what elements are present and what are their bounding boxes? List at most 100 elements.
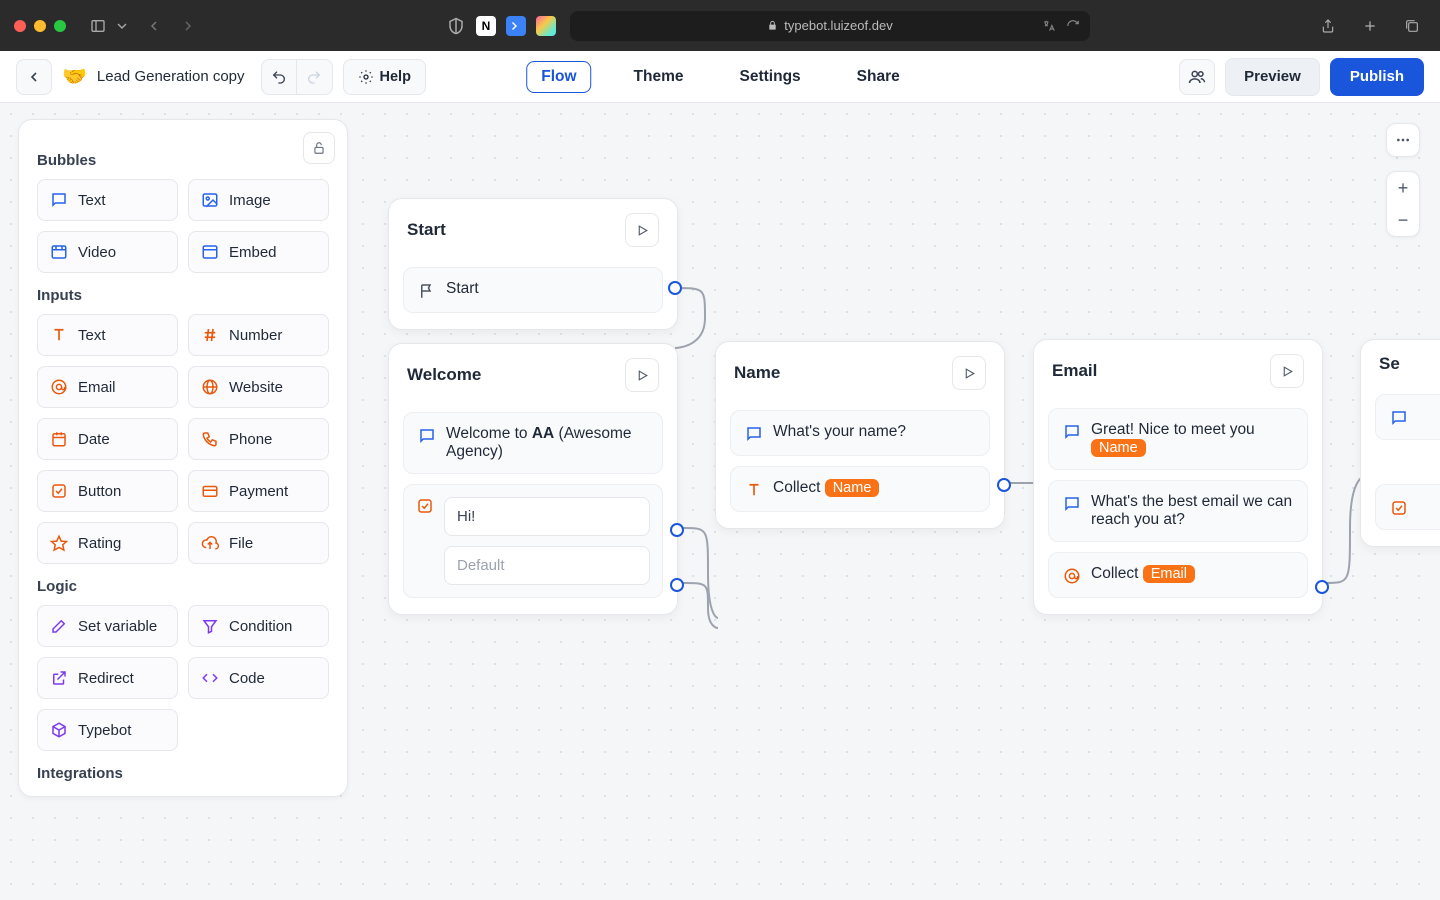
- connection-port[interactable]: [670, 523, 684, 537]
- block-condition[interactable]: Condition: [188, 605, 329, 647]
- node-start[interactable]: Start Start: [388, 198, 678, 330]
- block-phone-input[interactable]: Phone: [188, 418, 329, 460]
- lock-palette-button[interactable]: [303, 132, 335, 164]
- block-button-input[interactable]: Button: [37, 470, 178, 512]
- email-icon: [1063, 567, 1081, 585]
- tab-share[interactable]: Share: [843, 62, 914, 92]
- publish-button[interactable]: Publish: [1330, 58, 1424, 96]
- browser-forward-icon[interactable]: [174, 12, 202, 40]
- block-website-input[interactable]: Website: [188, 366, 329, 408]
- block-redirect[interactable]: Redirect: [37, 657, 178, 699]
- browser-chrome: N typebot.luizeof.dev: [0, 0, 1440, 51]
- block-rating-input[interactable]: Rating: [37, 522, 178, 564]
- tab-settings[interactable]: Settings: [726, 62, 815, 92]
- collaborators-button[interactable]: [1179, 59, 1215, 95]
- preview-button[interactable]: Preview: [1225, 58, 1320, 96]
- play-button[interactable]: [625, 213, 659, 247]
- block-date-input[interactable]: Date: [37, 418, 178, 460]
- play-button[interactable]: [625, 358, 659, 392]
- block-code[interactable]: Code: [188, 657, 329, 699]
- image-icon: [201, 191, 219, 209]
- play-button[interactable]: [1270, 354, 1304, 388]
- choice-option-hi[interactable]: Hi!: [444, 497, 650, 536]
- undo-button[interactable]: [261, 59, 297, 95]
- upload-icon: [201, 534, 219, 552]
- variable-chip: Name: [1091, 439, 1146, 457]
- pencil-icon: [50, 617, 68, 635]
- external-link-icon: [50, 669, 68, 687]
- browser-back-icon[interactable]: [140, 12, 168, 40]
- sidebar-toggle-icon[interactable]: [84, 12, 112, 40]
- minimize-window-icon[interactable]: [34, 20, 46, 32]
- connection-port[interactable]: [670, 578, 684, 592]
- block-text-input[interactable]: Text: [37, 314, 178, 356]
- notion-icon[interactable]: N: [476, 16, 496, 36]
- video-icon: [50, 243, 68, 261]
- new-tab-icon[interactable]: [1356, 12, 1384, 40]
- tabs-overview-icon[interactable]: [1398, 12, 1426, 40]
- block-set-variable[interactable]: Set variable: [37, 605, 178, 647]
- chat-icon: [1063, 495, 1081, 513]
- name-collect-step[interactable]: Collect Name: [730, 466, 990, 512]
- node-email[interactable]: Email Great! Nice to meet youName What's…: [1033, 339, 1323, 615]
- shield-icon[interactable]: [446, 16, 466, 36]
- block-number-input[interactable]: Number: [188, 314, 329, 356]
- connection-port[interactable]: [668, 281, 682, 295]
- node-name[interactable]: Name What's your name? Collect Name: [715, 341, 1005, 529]
- node-next[interactable]: Se: [1360, 339, 1440, 547]
- flow-canvas[interactable]: Bubbles Text Image Video Embed Inputs Te…: [0, 103, 1440, 900]
- chat-icon: [745, 425, 763, 443]
- reload-icon[interactable]: [1066, 19, 1080, 33]
- email-collect-step[interactable]: Collect Email: [1048, 552, 1308, 598]
- share-icon[interactable]: [1314, 12, 1342, 40]
- connection-port[interactable]: [1315, 580, 1329, 594]
- extension-blue-icon[interactable]: [506, 16, 526, 36]
- section-inputs: Inputs: [37, 287, 329, 304]
- text-input-icon: [745, 481, 763, 499]
- next-step-2[interactable]: [1375, 484, 1440, 530]
- checkbox-icon: [50, 482, 68, 500]
- email-question-step[interactable]: What's the best email we can reach you a…: [1048, 480, 1308, 542]
- blocks-palette: Bubbles Text Image Video Embed Inputs Te…: [18, 119, 348, 797]
- variable-chip: Email: [1143, 565, 1195, 583]
- block-video-bubble[interactable]: Video: [37, 231, 178, 273]
- block-file-input[interactable]: File: [188, 522, 329, 564]
- node-welcome[interactable]: Welcome Welcome to AA (Awesome Agency) H…: [388, 343, 678, 615]
- next-step-1[interactable]: [1375, 394, 1440, 440]
- email-greet-step[interactable]: Great! Nice to meet youName: [1048, 408, 1308, 470]
- block-payment-input[interactable]: Payment: [188, 470, 329, 512]
- canvas-menu-button[interactable]: [1386, 123, 1420, 157]
- bot-name[interactable]: Lead Generation copy: [97, 68, 245, 85]
- window-traffic-lights: [14, 20, 66, 32]
- section-logic: Logic: [37, 578, 329, 595]
- start-step[interactable]: Start: [403, 267, 663, 313]
- connection-port[interactable]: [997, 478, 1011, 492]
- extension-gradient-icon[interactable]: [536, 16, 556, 36]
- play-button[interactable]: [952, 356, 986, 390]
- node-next-title: Se: [1379, 354, 1400, 374]
- block-text-bubble[interactable]: Text: [37, 179, 178, 221]
- zoom-in-button[interactable]: +: [1387, 172, 1419, 204]
- tab-flow[interactable]: Flow: [526, 61, 591, 93]
- chat-icon: [1390, 409, 1408, 427]
- tab-theme[interactable]: Theme: [620, 62, 698, 92]
- block-embed-bubble[interactable]: Embed: [188, 231, 329, 273]
- zoom-out-button[interactable]: −: [1387, 204, 1419, 236]
- block-image-bubble[interactable]: Image: [188, 179, 329, 221]
- block-typebot[interactable]: Typebot: [37, 709, 178, 751]
- variable-chip: Name: [825, 479, 880, 497]
- translate-icon[interactable]: [1042, 19, 1056, 33]
- chevron-down-icon[interactable]: [114, 12, 130, 40]
- close-window-icon[interactable]: [14, 20, 26, 32]
- welcome-text-step[interactable]: Welcome to AA (Awesome Agency): [403, 412, 663, 474]
- name-question-step[interactable]: What's your name?: [730, 410, 990, 456]
- maximize-window-icon[interactable]: [54, 20, 66, 32]
- redo-button[interactable]: [297, 59, 333, 95]
- back-button[interactable]: [16, 59, 52, 95]
- welcome-choice-step[interactable]: Hi! Default: [403, 484, 663, 598]
- help-button[interactable]: Help: [343, 59, 426, 95]
- zoom-controls: + −: [1386, 171, 1420, 237]
- choice-option-default[interactable]: Default: [444, 546, 650, 585]
- block-email-input[interactable]: Email: [37, 366, 178, 408]
- url-bar[interactable]: typebot.luizeof.dev: [570, 11, 1090, 41]
